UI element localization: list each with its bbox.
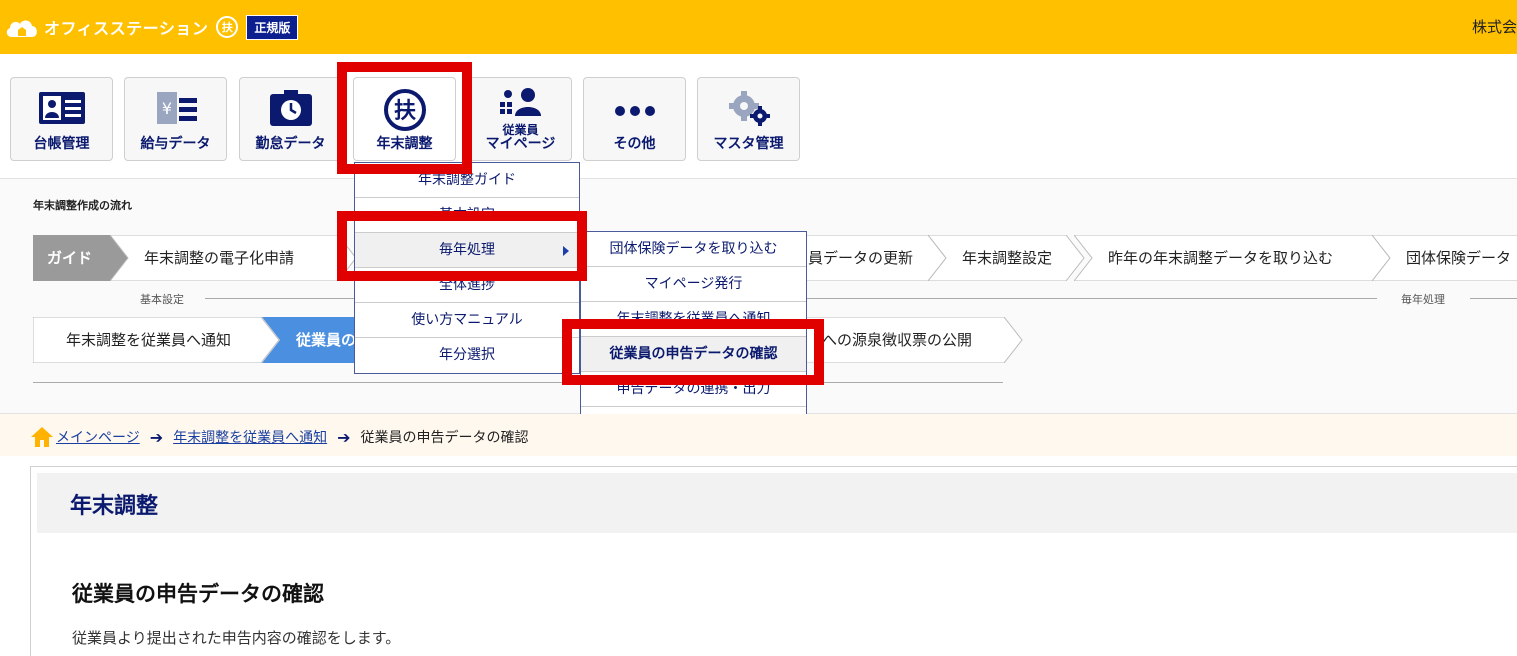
flow-step-label: 員データの更新	[808, 249, 914, 267]
flow-step-label: 年末調整を従業員へ通知	[66, 331, 232, 349]
flow-step-label: 昨年の年末調整データを取り込む	[1108, 249, 1334, 267]
top-header-bar: オフィスステーション 扶 正規版 株式会	[0, 0, 1517, 54]
flow-step-publish-withholding[interactable]: への源泉徴収票の公開	[806, 317, 1026, 363]
nav-label: 給与データ	[140, 136, 211, 152]
highlight-box	[337, 211, 587, 281]
nav-label: マスタ管理	[713, 136, 784, 152]
section-description: 従業員より提出された申告内容の確認をします。	[72, 629, 401, 647]
axis-basic-settings: 基本設定	[140, 293, 184, 306]
arrow-right-icon: ➔	[149, 427, 164, 447]
highlight-box	[337, 62, 472, 174]
payroll-yen-icon: ¥	[156, 92, 197, 124]
section-title: 従業員の申告データの確認	[72, 582, 324, 606]
flow-step-label: 従業員の	[296, 331, 357, 349]
svg-text:¥: ¥	[161, 99, 171, 118]
arrow-right-icon: ➔	[337, 427, 351, 447]
submenu-item-issue-mypage[interactable]: マイページ発行	[581, 267, 806, 302]
flow-step-label: への源泉徴収票の公開	[822, 331, 973, 349]
nav-label-line1: 従業員	[502, 123, 539, 137]
axis-yearly-processing: 毎年処理	[1401, 293, 1445, 306]
flow-step-group-insurance[interactable]: 団体保険データ	[1372, 235, 1517, 281]
fu-badge-icon: 扶	[216, 16, 239, 38]
flow-title: 年末調整作成の流れ	[33, 199, 132, 212]
flow-step-label: 年末調整の電子化申請	[144, 249, 295, 267]
nav-label: 台帳管理	[33, 136, 90, 152]
nav-label: 勤怠データ	[255, 136, 326, 152]
attendance-clock-icon	[269, 90, 312, 126]
nav-payroll[interactable]: ¥ 給与データ	[124, 77, 227, 161]
breadcrumb-current: 従業員の申告データの確認	[360, 430, 529, 446]
axis-line	[33, 382, 1003, 383]
highlight-box	[562, 319, 824, 385]
breadcrumb-notify-link[interactable]: 年末調整を従業員へ通知	[173, 427, 327, 447]
submenu-item-import-group-insurance[interactable]: 団体保険データを取り込む	[581, 232, 806, 267]
nav-others[interactable]: その他	[583, 77, 686, 161]
flow-step-label: 団体保険データ	[1406, 249, 1512, 267]
nav-master[interactable]: マスタ管理	[697, 77, 800, 161]
home-icon	[31, 427, 53, 447]
brand-name: オフィスステーション	[44, 19, 209, 38]
nav-employee-mypage[interactable]: 従業員 マイページ	[469, 77, 572, 161]
more-dots-icon	[614, 106, 655, 116]
flow-step-notify-employees[interactable]: 年末調整を従業員へ通知	[33, 317, 283, 363]
axis-line	[205, 298, 355, 299]
nav-label-multi: 従業員 マイページ	[486, 123, 556, 152]
company-name: 株式会	[1471, 18, 1517, 36]
flow-step-e-application[interactable]: 年末調整の電子化申請	[110, 235, 360, 281]
axis-line	[807, 298, 1377, 299]
menu-item-manual[interactable]: 使い方マニュアル	[355, 303, 579, 338]
edition-badge: 正規版	[246, 14, 299, 40]
flow-step-settings[interactable]: 年末調整設定	[928, 235, 1088, 281]
page-title-band	[37, 473, 1517, 533]
nav-label: その他	[613, 136, 656, 152]
gear-icon	[728, 91, 770, 126]
menu-item-year-select[interactable]: 年分選択	[355, 338, 579, 373]
flow-step-label: ガイド	[47, 249, 93, 267]
flow-step-label: 年末調整設定	[962, 249, 1053, 267]
flow-step-confirm-declaration[interactable]: 従業員の	[262, 317, 362, 363]
employee-mypage-icon	[499, 88, 541, 116]
flow-step-import-last-year[interactable]: 昨年の年末調整データを取り込む	[1074, 235, 1394, 281]
nav-label-line2: マイページ	[485, 136, 556, 152]
breadcrumb-home-link[interactable]: メインページ	[56, 427, 140, 447]
brand-logo[interactable]: オフィスステーション 扶 正規版	[4, 13, 299, 41]
nav-attendance[interactable]: 勤怠データ	[239, 77, 342, 161]
axis-line	[1470, 298, 1517, 299]
ledger-card-icon	[38, 92, 85, 124]
page-title: 年末調整	[70, 494, 159, 519]
cloud-home-icon	[6, 20, 37, 37]
nav-ledger[interactable]: 台帳管理	[10, 77, 113, 161]
breadcrumb: メインページ ➔ 年末調整を従業員へ通知 ➔ 従業員の申告データの確認	[30, 425, 529, 449]
